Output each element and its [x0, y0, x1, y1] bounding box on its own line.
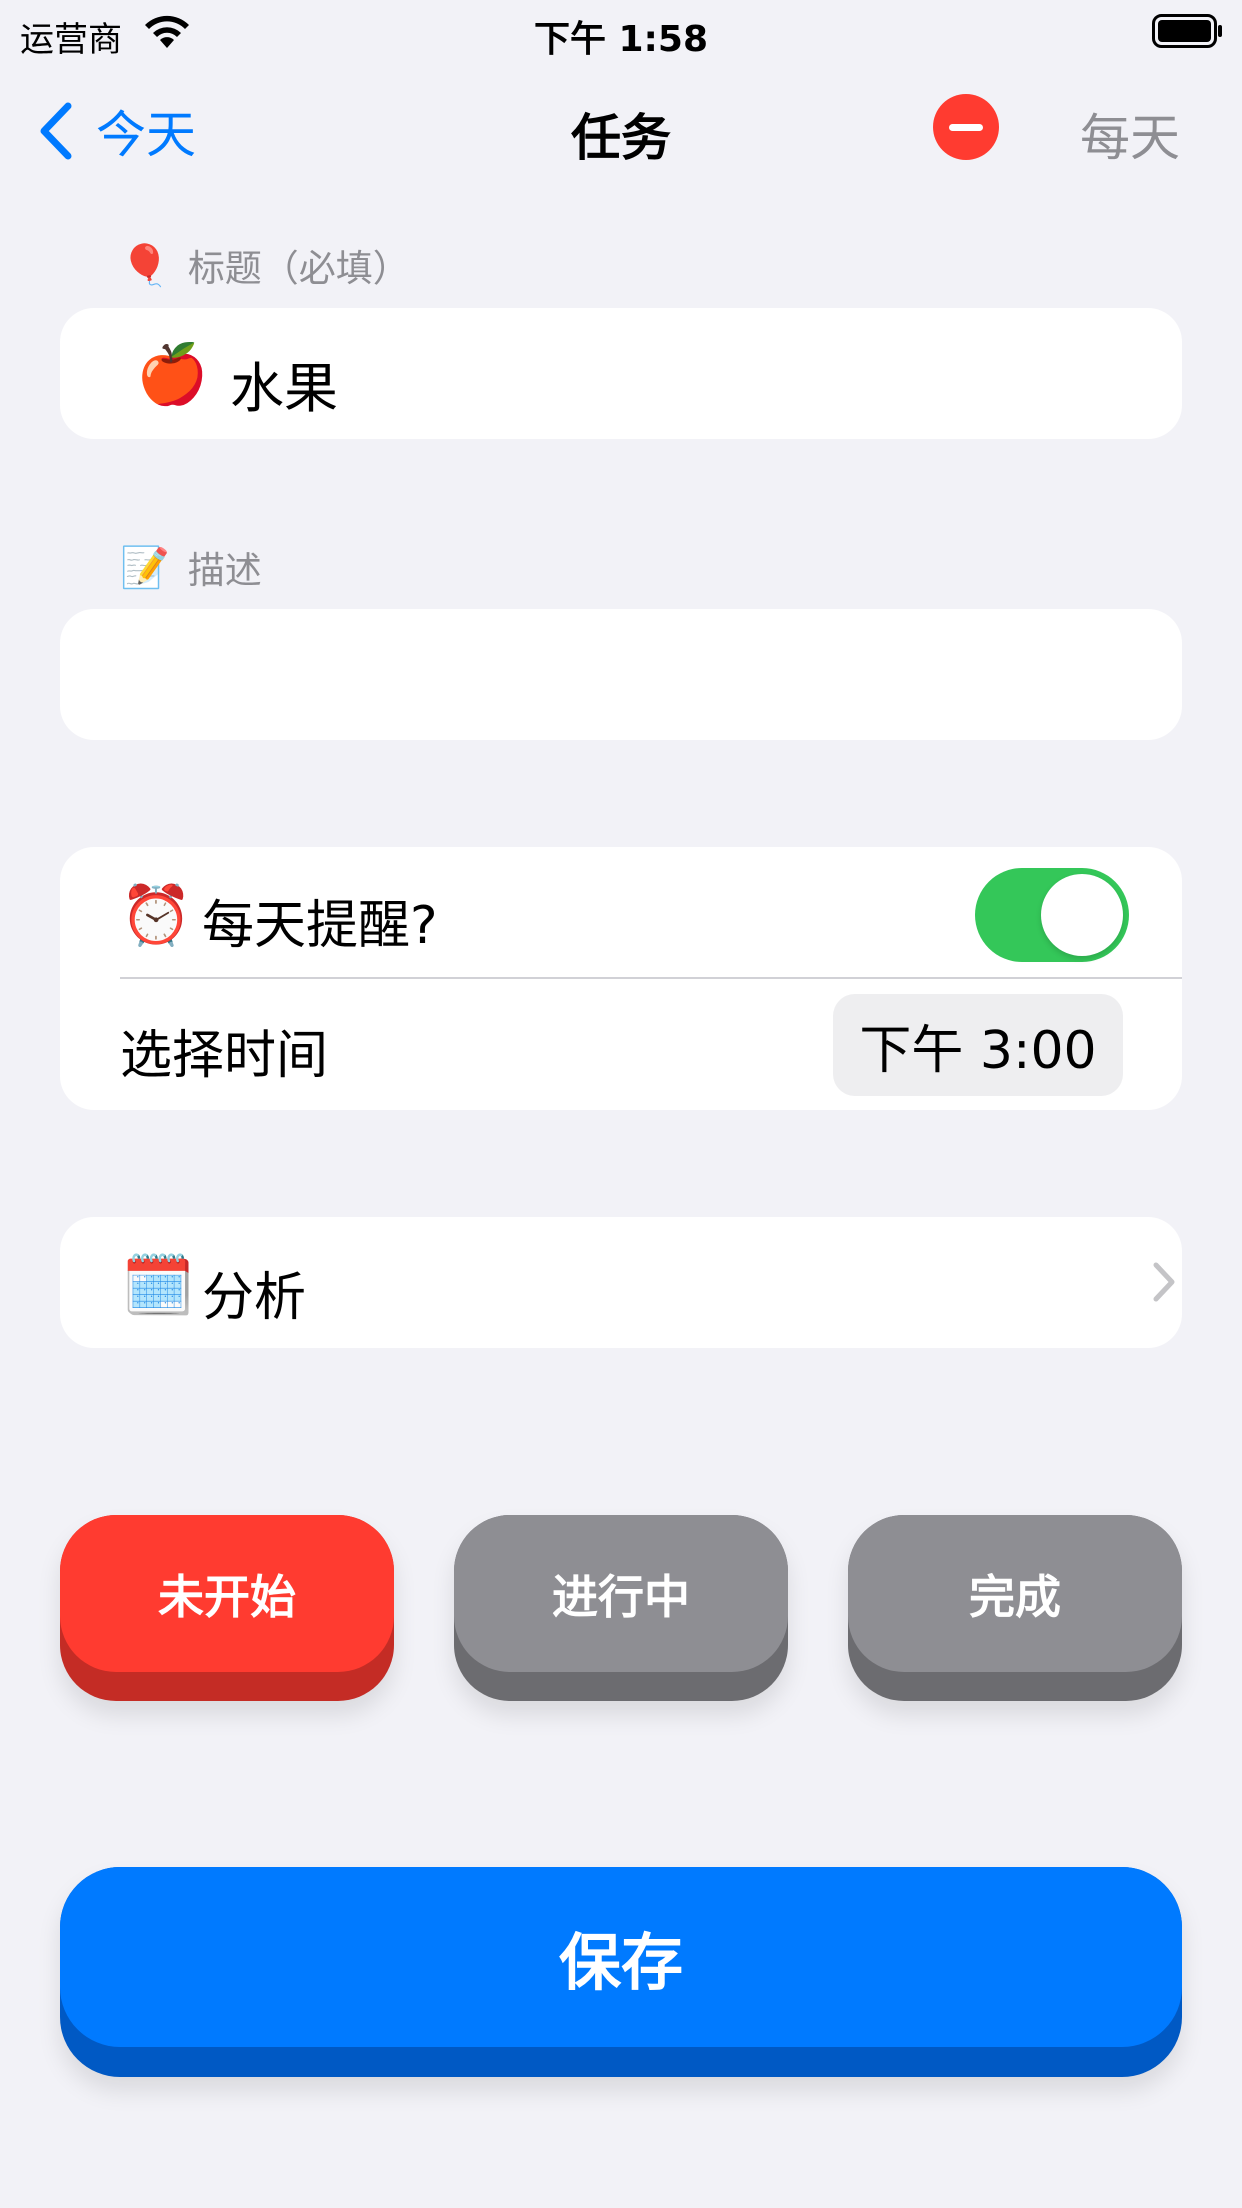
minus-icon — [949, 123, 983, 131]
in-progress-button[interactable]: 进行中 — [454, 1515, 788, 1701]
battery-icon — [1152, 14, 1222, 48]
reminder-card: ⏰ 每天提醒? 选择时间 下午 3:00 — [60, 847, 1182, 1110]
select-time-label: 选择时间 — [120, 1026, 329, 1086]
daily-reminder-toggle[interactable] — [975, 868, 1129, 962]
memo-icon: 📝 — [120, 544, 170, 591]
balloon-icon: 🎈 — [120, 242, 170, 289]
done-label: 完成 — [848, 1515, 1182, 1672]
task-screen: 运营商 下午 1:58 今天 任务 每天 🎈 标题（必填） � — [0, 0, 1242, 2208]
analysis-row[interactable]: 🗓️ 分析 — [60, 1217, 1182, 1348]
page-title: 任务 — [571, 109, 671, 167]
done-button[interactable]: 完成 — [848, 1515, 1182, 1701]
title-section-label: 🎈 标题（必填） — [120, 238, 410, 292]
status-time: 下午 1:58 — [533, 19, 709, 60]
divider — [120, 977, 1182, 979]
save-label: 保存 — [60, 1867, 1182, 2047]
title-field[interactable]: 🍎 水果 — [60, 308, 1182, 439]
title-label-text: 标题（必填） — [187, 247, 410, 290]
description-label-text: 描述 — [187, 549, 262, 592]
daily-reminder-row: ⏰ 每天提醒? — [60, 847, 1182, 977]
status-bar: 运营商 下午 1:58 — [0, 0, 1242, 62]
calendar-icon: 🗓️ — [122, 1251, 195, 1319]
time-picker-button[interactable]: 下午 3:00 — [833, 994, 1123, 1096]
alarm-clock-icon: ⏰ — [120, 881, 193, 949]
description-field[interactable] — [60, 609, 1182, 740]
delete-button[interactable] — [933, 94, 999, 160]
in-progress-label: 进行中 — [454, 1515, 788, 1672]
analysis-label: 分析 — [202, 1268, 307, 1328]
not-started-label: 未开始 — [60, 1515, 394, 1672]
toggle-knob — [1041, 874, 1123, 956]
save-button[interactable]: 保存 — [60, 1867, 1182, 2077]
daily-reminder-label: 每天提醒? — [202, 896, 438, 956]
description-section-label: 📝 描述 — [120, 540, 262, 594]
chevron-right-icon — [1153, 1262, 1175, 1302]
apple-icon: 🍎 — [136, 340, 209, 408]
title-input[interactable]: 水果 — [230, 344, 338, 423]
not-started-button[interactable]: 未开始 — [60, 1515, 394, 1701]
repeat-daily-button[interactable]: 每天 — [1080, 98, 1180, 170]
navigation-bar: 今天 任务 每天 — [0, 80, 1242, 180]
